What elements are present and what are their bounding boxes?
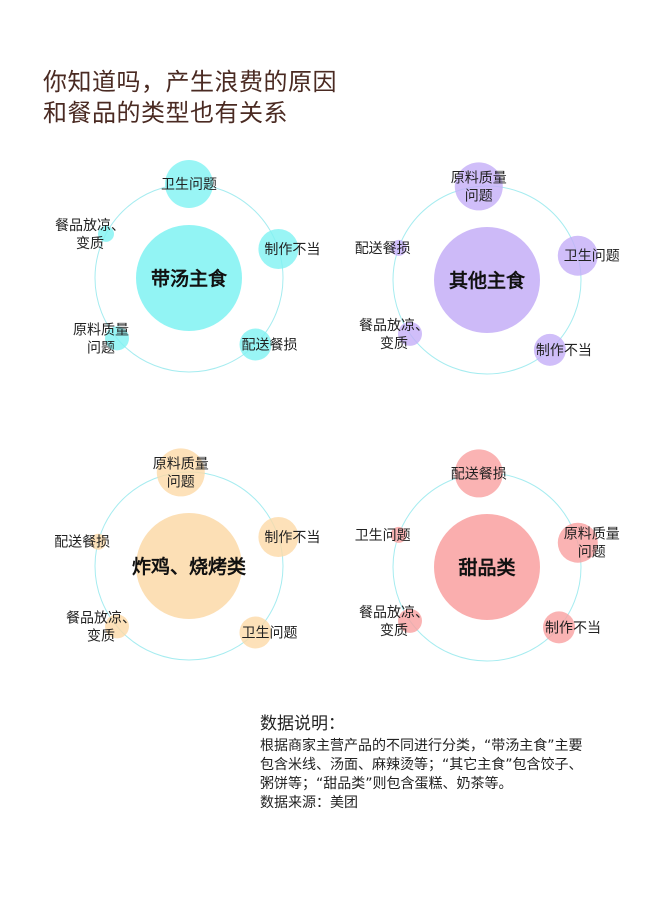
reason-label: 制作不当	[264, 242, 320, 258]
reason-label: 配送餐损	[54, 535, 110, 551]
bubble-chart-3: 炸鸡、烧烤类原料质量问题制作不当卫生问题餐品放凉、变质配送餐损	[54, 448, 320, 661]
bubble-chart-2: 其他主食原料质量问题卫生问题制作不当餐品放凉、变质配送餐损	[355, 162, 620, 375]
reason-label: 餐品放凉、变质	[55, 218, 125, 252]
data-notes: 数据说明： 根据商家主营产品的不同进行分类，“带汤主食”主要包含米线、汤面、麻辣…	[260, 712, 590, 813]
chart-title: 炸鸡、烧烤类	[132, 555, 246, 578]
bubble-chart-1: 带汤主食卫生问题制作不当配送餐损原料质量问题餐品放凉、变质	[55, 160, 320, 373]
reason-label: 制作不当	[536, 343, 592, 359]
chart-title: 甜品类	[458, 556, 515, 579]
reason-label: 配送餐损	[355, 241, 411, 257]
reason-label: 卫生问题	[355, 528, 411, 544]
reason-label: 卫生问题	[564, 249, 620, 265]
reason-label: 卫生问题	[242, 626, 298, 642]
bubble-chart-4: 甜品类配送餐损原料质量问题制作不当餐品放凉、变质卫生问题	[355, 449, 620, 662]
reason-label: 制作不当	[545, 620, 601, 636]
chart-title: 其他主食	[449, 269, 526, 292]
reason-label: 制作不当	[264, 530, 320, 546]
reason-label: 配送餐损	[451, 466, 507, 482]
reason-label: 配送餐损	[242, 338, 298, 354]
reason-label: 卫生问题	[161, 177, 217, 193]
chart-title: 带汤主食	[151, 267, 228, 290]
notes-body: 根据商家主营产品的不同进行分类，“带汤主食”主要包含米线、汤面、麻辣烫等；“其它…	[260, 738, 583, 792]
notes-title: 数据说明：	[260, 714, 345, 734]
notes-source: 数据来源：美团	[260, 795, 358, 811]
